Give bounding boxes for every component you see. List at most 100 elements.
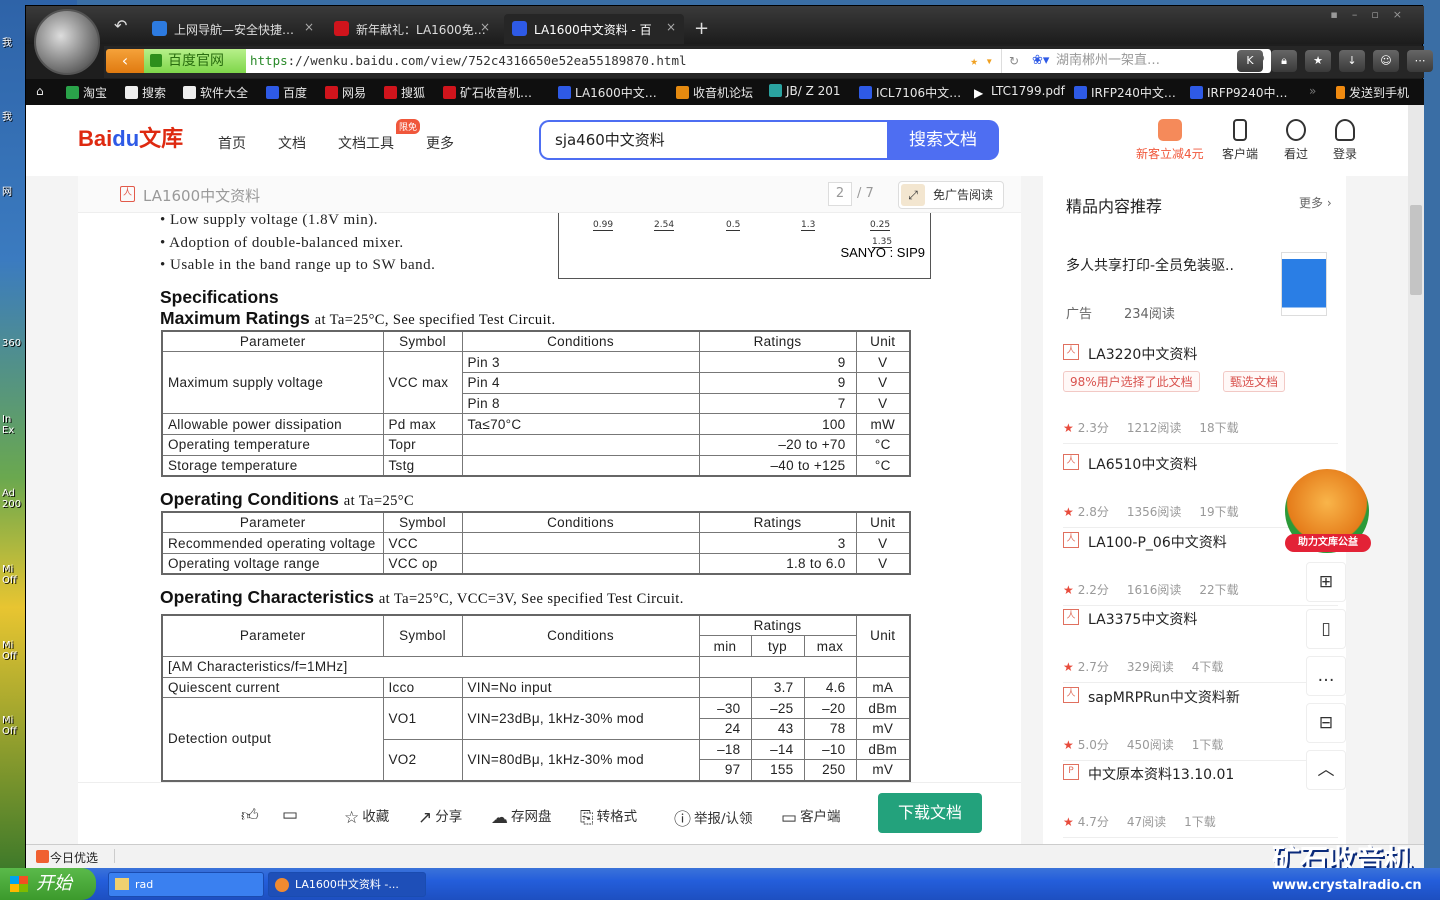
close-icon[interactable]: × — [480, 20, 490, 34]
favorite-star-icon[interactable]: ★ ▾ — [970, 49, 993, 73]
tab[interactable]: 新年献礼：LA1600免… × — [326, 14, 498, 44]
send-to-phone[interactable]: 发送到手机 — [1336, 84, 1409, 101]
taskbar-item[interactable]: rad — [108, 872, 264, 897]
search-input[interactable]: sja460中文资料 — [539, 120, 887, 160]
bookmark[interactable]: 淘宝 — [66, 84, 107, 101]
tab[interactable]: 上网导航—安全快捷… × — [144, 14, 322, 44]
game-icon[interactable]: ☺ — [1373, 50, 1399, 72]
desktop-icon[interactable]: 网 — [2, 187, 26, 198]
wenku-logo[interactable]: Baidu文库 — [78, 121, 183, 153]
more-icon[interactable]: ⋯ — [1407, 50, 1433, 72]
new-tab-button[interactable]: + — [686, 14, 716, 44]
recommendation-item[interactable]: 人 sapMRPRun中文资料新 ★ 5.0分 450阅读 1下载 — [1063, 683, 1338, 761]
bookmark[interactable]: 矿石收音机… — [443, 84, 532, 101]
document-viewer[interactable]: • Low supply voltage (1.8V min). • Adopt… — [78, 213, 1021, 782]
ad-title[interactable]: 多人共享打印-全员免装驱.. — [1066, 255, 1234, 275]
bookmark[interactable]: 网易 — [325, 84, 366, 101]
recommendation-item[interactable]: 人 LA3220中文资料 98%用户选择了此文档 甄选文档 ★ 2.3分 1212阅读 18下… — [1063, 340, 1338, 444]
browser-icon — [275, 878, 289, 892]
bookmark[interactable]: IRFP9240中… — [1190, 84, 1288, 101]
login-button[interactable]: 登录 — [1333, 119, 1357, 162]
recommendation-title[interactable]: LA100-P_06中文资料 — [1088, 532, 1227, 552]
desktop-icon[interactable]: 我 — [2, 38, 26, 49]
bookmark[interactable]: 软件大全 — [183, 84, 248, 101]
recommendation-item[interactable]: P 中文原本资料13.10.01 ★ 4.7分 47阅读 1下载 — [1063, 760, 1338, 838]
convert-format-button[interactable]: ⎘ 转格式 — [580, 805, 637, 828]
k-extension-button[interactable]: K — [1237, 50, 1263, 72]
bookmark[interactable]: 搜狐 — [384, 84, 425, 101]
security-badge[interactable]: 百度官网 — [144, 49, 246, 73]
refresh-icon[interactable]: ↻ — [1001, 49, 1026, 73]
desktop-icon[interactable]: Ad 200 — [2, 488, 26, 510]
home-icon[interactable]: ⌂ — [36, 84, 44, 98]
document-panel: 人 LA1600中文资料 2 / 7 ⤢ 免广告阅读 • Low supply v… — [78, 176, 1021, 844]
desktop-icon[interactable]: 360 — [2, 338, 26, 349]
star-icon[interactable]: ★ — [1305, 50, 1331, 72]
baidu-paw-icon[interactable]: ❀▾ — [1032, 49, 1049, 73]
share-button[interactable]: ↗ 分享 — [418, 805, 462, 828]
charity-badge[interactable]: 助力文库公益 — [1285, 534, 1371, 552]
close-icon[interactable]: × — [666, 20, 676, 34]
briefcase-icon[interactable]: ⊟ — [1306, 703, 1346, 743]
bookmark[interactable]: JB/ Z 201 — [769, 84, 841, 98]
nav-home[interactable]: 首页 — [218, 133, 246, 153]
bookmark[interactable]: ▶ LTC1799.pdf — [974, 84, 1065, 100]
collect-button[interactable]: ☆ 收藏 — [344, 805, 389, 828]
bookmarks-overflow[interactable]: » — [1309, 84, 1316, 98]
bookmark[interactable]: 百度 — [266, 84, 307, 101]
client-button[interactable]: 客户端 — [1222, 119, 1258, 162]
bookmark[interactable]: ICL7106中文… — [859, 84, 961, 101]
recommendation-title[interactable]: LA3220中文资料 — [1088, 344, 1197, 364]
no-ad-reading-button[interactable]: ⤢ 免广告阅读 — [898, 181, 1004, 209]
desktop-icon[interactable]: Mi Off — [2, 715, 26, 737]
vertical-scrollbar[interactable] — [1408, 105, 1424, 844]
client-download-button[interactable]: ▭ 客户端 — [781, 805, 841, 828]
toolbox-icon[interactable]: ⊞ — [1306, 562, 1346, 602]
url-input[interactable]: https://wenku.baidu.com/view/752c4316650… — [246, 49, 1001, 73]
recommendation-title[interactable]: LA6510中文资料 — [1088, 454, 1197, 474]
new-user-discount[interactable]: 新客立减4元 — [1136, 119, 1204, 162]
today-picks[interactable]: 今日优选 — [50, 849, 98, 866]
desktop-icon[interactable]: 我 — [2, 112, 26, 123]
taskbar-item-active[interactable]: LA1600中文资料 -... — [268, 872, 426, 897]
nav-doc-tools[interactable]: 文档工具 — [338, 133, 394, 153]
bookmark[interactable]: IRFP240中文… — [1074, 84, 1176, 101]
recommendation-title[interactable]: 中文原本资料13.10.01 — [1088, 764, 1234, 784]
back-to-top-icon[interactable]: ︿ — [1306, 750, 1346, 790]
recommendation-title[interactable]: LA3375中文资料 — [1088, 609, 1197, 629]
desktop-icon[interactable]: Mi Off — [2, 564, 26, 586]
ad-label: 广告 — [1066, 307, 1093, 322]
ad-image[interactable] — [1281, 252, 1327, 316]
search-button[interactable]: 搜索文档 — [887, 120, 999, 160]
like-icon[interactable]: 👍︎ — [241, 805, 262, 826]
download-button[interactable]: 下载文档 — [878, 793, 982, 833]
feedback-icon[interactable]: … — [1306, 656, 1346, 696]
close-icon[interactable]: × — [304, 20, 314, 34]
desktop-icon[interactable]: In Ex — [2, 414, 26, 436]
browser-logo[interactable] — [34, 9, 100, 75]
save-to-cloud-button[interactable]: ☁ 存网盘 — [491, 805, 552, 828]
recommendation-item[interactable]: 人 LA3375中文资料 ★ 2.7分 329阅读 4下载 — [1063, 605, 1338, 683]
more-link[interactable]: 更多 › — [1299, 194, 1332, 211]
report-button[interactable]: ⓘ 举报/认领 — [674, 805, 753, 830]
page-number-input[interactable]: 2 — [828, 182, 852, 206]
tab-active[interactable]: LA1600中文资料 - 百 × — [504, 14, 684, 44]
nav-docs[interactable]: 文档 — [278, 133, 306, 153]
back-button[interactable]: ‹ — [106, 49, 144, 73]
search-engine-input[interactable]: ❀▾湖南郴州一架直…⚲ — [1026, 49, 1271, 73]
comment-icon[interactable]: ▭ — [282, 805, 301, 825]
window-controls[interactable]: ▪–▫× — [1330, 8, 1416, 21]
bookmark[interactable]: LA1600中文… — [558, 84, 657, 101]
history-button[interactable]: 看过 — [1284, 119, 1308, 162]
nav-more[interactable]: 更多 — [426, 133, 454, 153]
download-icon[interactable]: ↓ — [1339, 50, 1365, 72]
start-button[interactable]: 开始 — [0, 868, 96, 900]
lock-icon[interactable]: 🔒︎ — [1271, 50, 1297, 72]
undo-close-tab-icon[interactable]: ↶ — [114, 16, 140, 46]
phone-icon[interactable]: ▯ — [1306, 609, 1346, 649]
desktop-icon[interactable]: Mi Off — [2, 640, 26, 662]
recommendation-title[interactable]: sapMRPRun中文资料新 — [1088, 687, 1240, 707]
bookmark[interactable]: 收音机论坛 — [676, 84, 753, 101]
scrollbar-thumb[interactable] — [1410, 205, 1422, 295]
bookmark[interactable]: 搜索 — [125, 84, 166, 101]
